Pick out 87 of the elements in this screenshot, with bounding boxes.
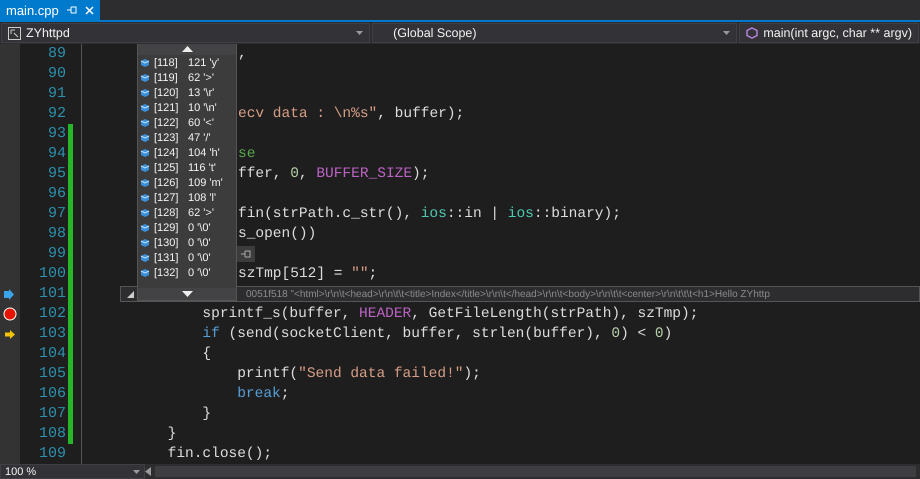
code-line: if (send(socketClient, buffer, strlen(buffer), 0) < 0) (201, 325, 672, 343)
line-number: 97 (46, 205, 66, 223)
line-number: 104 (38, 345, 66, 363)
navigation-dropdown[interactable]: ZYhttpd (1, 23, 370, 43)
line-number: 105 (38, 365, 66, 383)
code-line: { (201, 345, 212, 363)
cube-icon (140, 148, 150, 158)
line-number: 108 (38, 425, 66, 443)
code-line: break; (236, 385, 290, 403)
line-number: 94 (46, 145, 66, 163)
close-icon[interactable] (84, 6, 94, 14)
cube-icon (140, 118, 150, 128)
cube-icon (140, 252, 150, 262)
caret-icon (356, 31, 364, 35)
cube-icon (140, 162, 150, 172)
project-icon (8, 26, 21, 40)
cube-icon (140, 222, 150, 232)
cube-icon (746, 27, 758, 39)
line-number: 99 (46, 245, 66, 263)
array-element[interactable]: [132] 0 '\0' (138, 265, 236, 280)
caret-icon (723, 31, 730, 35)
cube-icon (140, 88, 150, 98)
scroll-up-button[interactable] (138, 44, 236, 55)
code-line: ffer, 0, BUFFER_SIZE); (238, 165, 430, 183)
line-number: 102 (38, 305, 66, 323)
code-line: printf("Send data failed!"); (236, 365, 481, 383)
array-element[interactable]: [127] 108 'l' (138, 190, 236, 205)
code-line: } (166, 425, 176, 443)
line-number: 91 (46, 85, 66, 103)
line-number: 106 (38, 385, 66, 403)
code-line: , (238, 45, 247, 63)
array-element[interactable]: [128] 62 '>' (138, 205, 236, 220)
cube-icon (140, 238, 150, 248)
line-number: 96 (46, 185, 66, 203)
file-tab[interactable]: main.cpp (0, 0, 100, 20)
line-number: 95 (46, 165, 66, 183)
caret-down-icon (182, 291, 192, 297)
array-element[interactable]: [126] 109 'm' (138, 175, 236, 190)
array-element[interactable]: [124] 104 'h' (138, 145, 236, 160)
array-element[interactable]: [118] 121 'y' (138, 55, 236, 70)
array-element[interactable]: [125] 116 't' (138, 160, 236, 175)
array-element[interactable]: [131] 0 '\0' (138, 250, 236, 265)
line-number: 93 (46, 125, 66, 143)
pin-button[interactable] (237, 246, 255, 262)
code-line: ecv data : \n%s", buffer); (238, 105, 464, 123)
cube-icon (140, 268, 150, 278)
navigation-dropdown[interactable]: main(int argc, char ** argv) (739, 23, 919, 43)
line-number: 100 (38, 265, 66, 283)
line-number: 90 (46, 65, 66, 83)
code-line: szTmp[512] = ""; (238, 265, 378, 283)
line-number: 98 (46, 225, 66, 243)
array-element[interactable]: [129] 0 '\0' (138, 220, 236, 235)
line-number: 89 (46, 45, 66, 63)
code-line: fin(strPath.c_str(), ios::in | ios::binary); (238, 205, 621, 223)
cube-icon (140, 102, 150, 112)
pin-icon (241, 250, 251, 258)
zoom-dropdown[interactable]: 100 % (0, 464, 145, 479)
navigation-dropdown[interactable]: (Global Scope) (372, 23, 738, 43)
array-element[interactable]: [123] 47 '/' (138, 130, 236, 145)
datatip-value: 0051f518 "<html>\r\n\t<head>\r\n\t\t<title>Index</title>\r\n\t</head>\r\n\t<body>\r\n\t\t<center>\r\n\t\t\t<h1>Hello ZYhttp (246, 288, 770, 300)
code-line: s_open()) (238, 225, 316, 243)
cube-icon (140, 58, 150, 68)
array-element[interactable]: [121] 10 '\n' (138, 100, 236, 115)
array-element[interactable]: [122] 60 '<' (138, 115, 236, 130)
breakpoint-icon[interactable] (3, 307, 17, 321)
caret-icon (133, 470, 140, 474)
code-line: se (238, 145, 256, 163)
triangle-icon[interactable] (127, 290, 134, 298)
array-element[interactable]: [119] 62 '>' (138, 70, 236, 85)
array-element[interactable]: [130] 0 '\0' (138, 235, 236, 250)
cube-icon (140, 192, 150, 202)
line-number: 103 (38, 325, 66, 343)
pin-icon[interactable] (66, 6, 77, 14)
cube-icon (140, 72, 150, 82)
scroll-down-button[interactable] (138, 288, 236, 300)
line-number: 107 (38, 405, 66, 423)
caret-up-icon (182, 46, 192, 52)
code-line: sprintf_s(buffer, HEADER, GetFileLength(strPath), szTmp); (201, 305, 698, 323)
line-number: 101 (38, 285, 66, 303)
cube-icon (140, 208, 150, 218)
line-number: 92 (46, 105, 66, 123)
array-element[interactable]: [120] 13 '\r' (138, 85, 236, 100)
cube-icon (140, 132, 150, 142)
code-line: } (201, 405, 212, 423)
code-line: fin.close(); (166, 445, 272, 463)
line-number: 109 (38, 445, 66, 463)
cube-icon (140, 178, 150, 188)
